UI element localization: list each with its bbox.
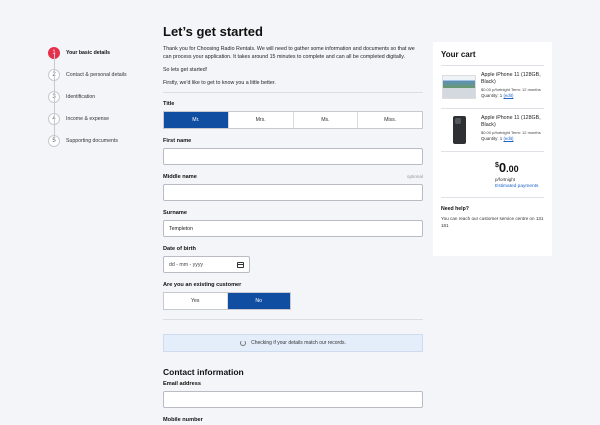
product-image [441,72,477,102]
surname-label: Surname [163,210,423,216]
phone-icon [452,116,466,144]
estimated-payments-link[interactable]: Estimated payments [495,184,544,189]
dob-placeholder: dd - mm - yyyy [169,261,204,268]
cart-panel: Your cart Apple iPhone 11 (128GB, Black)… [433,42,552,256]
contact-heading: Contact information [163,367,244,377]
first-name-label: First name [163,138,423,144]
records-check-notice: Checking if your details match our recor… [163,334,423,352]
title-option-miss[interactable]: Miss. [358,112,422,128]
intro-paragraph: Firstly, we'd like to get to know you a … [163,80,276,86]
mobile-label-text: Mobile number [163,417,203,423]
title-selector: Mr. Mrs. Ms. Miss. [163,111,423,129]
dob-label: Date of birth [163,246,423,252]
title-label: Title [163,101,423,107]
application-form: Let’s get started Thank you for Choosing… [163,24,423,425]
help-text: You can reach our customer service centr… [441,216,544,228]
edit-link[interactable]: (edit) [503,136,513,141]
step-label: Supporting documents [66,138,118,144]
calendar-icon[interactable] [237,261,244,268]
quantity-label: Quantity: 1 [481,93,503,98]
middle-name-label-text: Middle name [163,174,197,180]
notice-text: Checking if your details match our recor… [251,340,346,346]
surname-input[interactable]: Templeton [163,220,423,237]
dob-input[interactable]: dd - mm - yyyy [163,256,250,273]
email-label: Email address [163,381,423,387]
product-screenshot-icon [442,75,476,99]
mobile-label: Mobile number [163,417,423,423]
email-input[interactable] [163,391,423,408]
step-3[interactable]: 3 Identification [48,86,158,108]
title-option-ms[interactable]: Ms. [294,112,359,128]
price-cents: .00 [506,164,519,174]
step-label: Income & expense [66,116,109,122]
existing-yes-option[interactable]: Yes [164,293,228,309]
intro-text: Thank you for Choosing Radio Rentals. We… [163,45,423,87]
step-1[interactable]: 1 Your basic details [48,42,158,64]
progress-stepper: 1 Your basic details 2 Contact & persona… [48,42,158,152]
existing-no-option[interactable]: No [227,293,290,309]
product-name: Apple iPhone 11 (128GB, Black) [481,72,541,85]
page-title: Let’s get started [163,24,263,39]
product-image [441,115,477,145]
product-term: $0.00 p/fortnight Term: 12 months [481,130,541,135]
step-label: Your basic details [66,50,111,56]
dob-label-text: Date of birth [163,246,196,252]
cart-item: Apple iPhone 11 (128GB, Black) $0.00 p/f… [441,109,544,151]
step-2[interactable]: 2 Contact & personal details [48,64,158,86]
quantity-label: Quantity: 1 [481,136,503,141]
divider [163,319,423,320]
step-4[interactable]: 4 Income & expense [48,108,158,130]
title-option-mr[interactable]: Mr. [164,112,229,128]
middle-name-label: Middle name optional [163,174,423,180]
title-label-text: Title [163,101,175,107]
intro-paragraph: So lets get started! [163,67,208,73]
cart-total: $0.00 p/fortnight Estimated payments [441,152,544,197]
step-5[interactable]: 5 Supporting documents [48,130,158,152]
product-name: Apple iPhone 11 (128GB, Black) [481,115,541,128]
title-option-mrs[interactable]: Mrs. [229,112,294,128]
first-name-label-text: First name [163,138,192,144]
email-label-text: Email address [163,381,201,387]
cart-title: Your cart [441,50,476,59]
spinner-icon [240,340,247,346]
existing-customer-label-text: Are you an existing customer [163,282,242,288]
step-label: Contact & personal details [66,72,127,78]
product-quantity: Quantity: 1 (edit) [481,136,544,141]
intro-paragraph: Thank you for Choosing Radio Rentals. We… [163,46,415,60]
price-period: p/fortnight [495,177,516,182]
product-quantity: Quantity: 1 (edit) [481,93,544,98]
first-name-input[interactable] [163,148,423,165]
cart-item: Apple iPhone 11 (128GB, Black) $0.00 p/f… [441,66,544,108]
step-label: Identification [66,94,96,100]
help-title: Need help? [441,206,469,212]
help-section: Need help? You can reach our customer se… [441,198,544,229]
optional-hint: optional [406,174,423,179]
divider [163,92,423,93]
total-price: $0.00 [495,160,544,175]
product-term: $0.00 p/fortnight Term: 12 months [481,87,541,92]
stepper-line [53,54,55,142]
existing-customer-toggle: Yes No [163,292,291,310]
edit-link[interactable]: (edit) [503,93,513,98]
middle-name-input[interactable] [163,184,423,201]
surname-label-text: Surname [163,210,187,216]
existing-customer-label: Are you an existing customer [163,282,423,288]
